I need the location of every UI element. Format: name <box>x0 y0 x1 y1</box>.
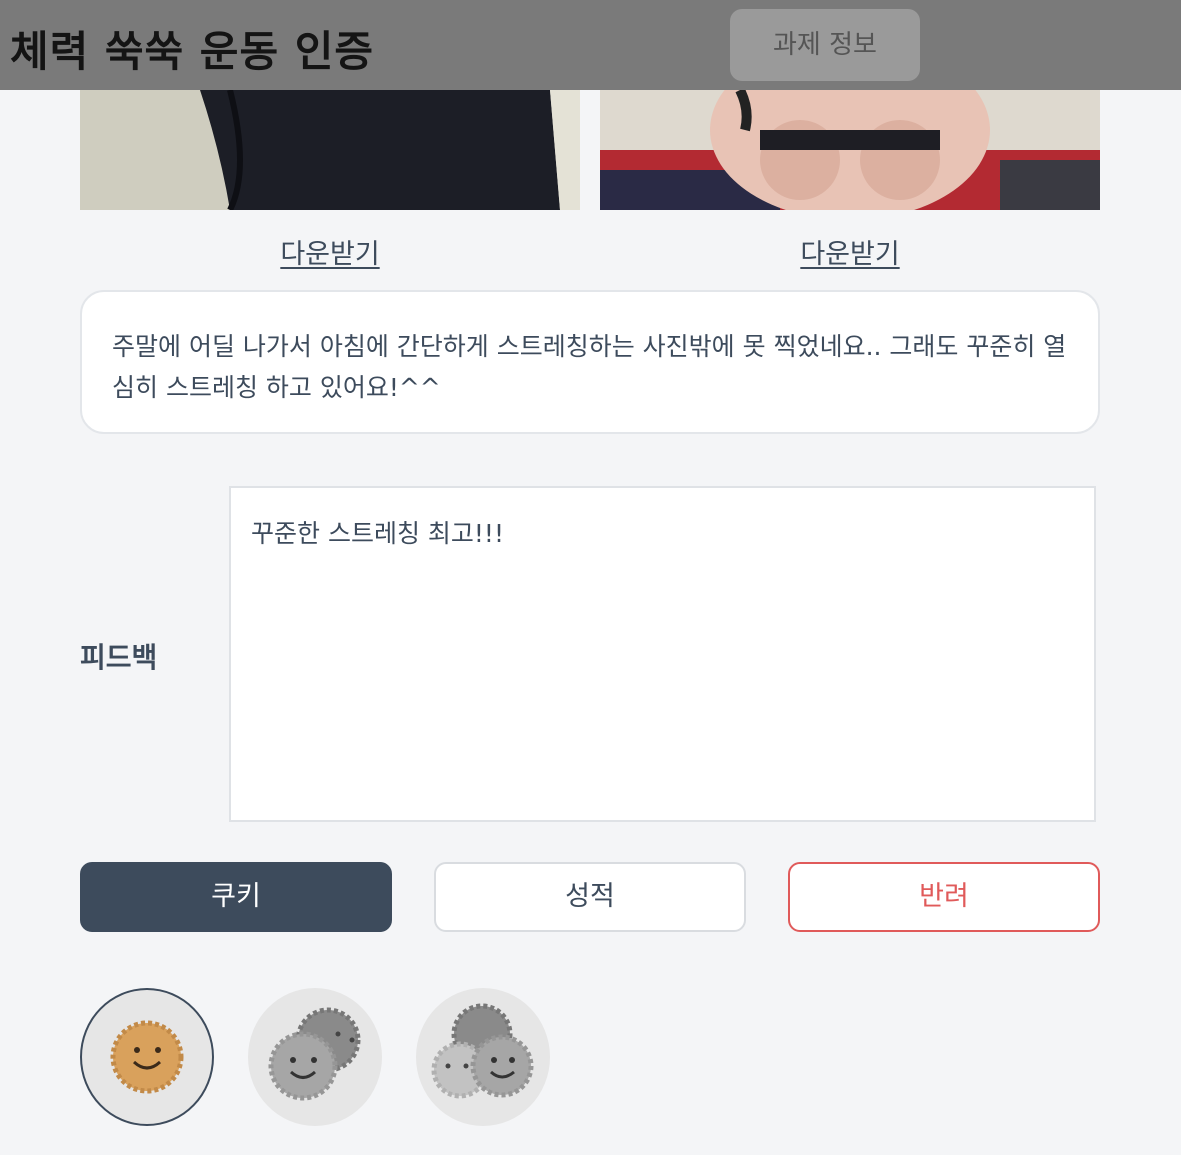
submission-photo-right <box>600 90 1100 210</box>
grade-button[interactable]: 성적 <box>434 862 746 932</box>
cookie-1-icon <box>110 1020 184 1094</box>
submission-photo-left <box>80 90 580 210</box>
page-title: 체력 쑥쑥 운동 인증 <box>10 27 374 76</box>
photo-left-image <box>80 90 580 210</box>
cookie-option-3[interactable] <box>416 988 550 1126</box>
download-link-right[interactable]: 다운받기 <box>600 232 1100 271</box>
download-link-left[interactable]: 다운받기 <box>80 232 580 271</box>
page-header: 체력 쑥쑥 운동 인증 과제 정보 <box>0 0 1181 90</box>
reject-button[interactable]: 반려 <box>788 862 1100 932</box>
cookie-2-icon <box>268 1007 361 1101</box>
cookie-button[interactable]: 쿠키 <box>80 862 392 932</box>
cookie-3-icon <box>431 1003 534 1099</box>
cookie-option-1[interactable] <box>80 988 214 1126</box>
photo-right-image <box>600 90 1100 210</box>
feedback-label: 피드백 <box>80 641 158 674</box>
submission-caption: 주말에 어딜 나가서 아침에 간단하게 스트레칭하는 사진밖에 못 찍었네요..… <box>80 290 1100 434</box>
feedback-input[interactable]: 꾸준한 스트레칭 최고!!! <box>229 486 1096 822</box>
task-info-button[interactable]: 과제 정보 <box>730 9 920 81</box>
cookie-option-2[interactable] <box>248 988 382 1126</box>
